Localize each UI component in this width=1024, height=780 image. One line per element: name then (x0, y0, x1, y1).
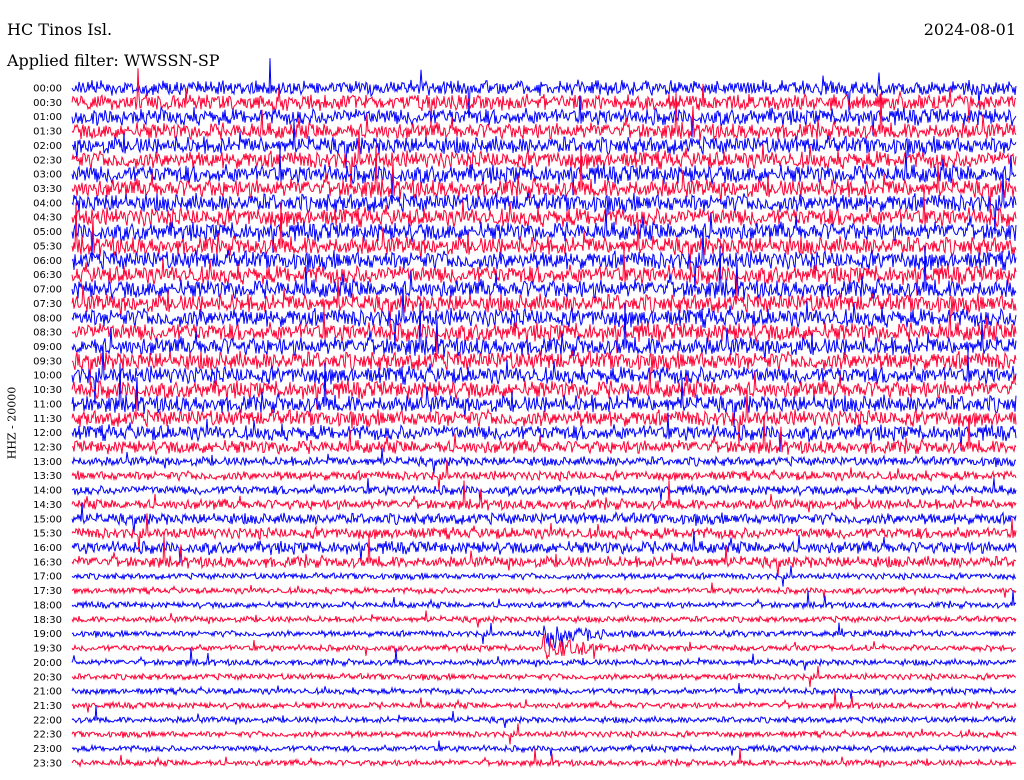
time-label: 15:00 (33, 514, 62, 525)
trace-line (71, 705, 1017, 728)
time-label: 05:30 (33, 241, 62, 252)
time-label: 11:00 (33, 399, 62, 410)
trace-line (71, 389, 1017, 446)
time-label: 02:00 (33, 141, 62, 152)
trace-line (71, 170, 1017, 234)
trace-line (71, 665, 1017, 688)
trace-line (71, 723, 1017, 745)
trace-line (71, 58, 1017, 119)
time-label: 00:00 (33, 84, 62, 95)
trace-line (71, 633, 1017, 660)
helicorder-plot: 00:00 00:30 01:00 01:30 02:00 02:30 03:00 03:30… (33, 58, 1017, 769)
time-label: 06:30 (33, 270, 62, 281)
time-label: 12:00 (33, 428, 62, 439)
time-label: 10:30 (33, 385, 62, 396)
time-label: 12:30 (33, 443, 62, 454)
time-label: 17:30 (33, 586, 62, 597)
time-label: 13:00 (33, 457, 62, 468)
time-label: 07:30 (33, 299, 62, 310)
time-label: 01:00 (33, 112, 62, 123)
time-label: 19:00 (33, 629, 62, 640)
time-label: 20:00 (33, 658, 62, 669)
trace-line (71, 610, 1017, 628)
time-label: 11:30 (33, 414, 62, 425)
time-label: 03:30 (33, 184, 62, 195)
time-label: 04:30 (33, 213, 62, 224)
trace-line (71, 582, 1017, 599)
time-label: 08:00 (33, 313, 62, 324)
time-label: 23:30 (33, 758, 62, 769)
time-label: 17:00 (33, 572, 62, 583)
time-label: 21:00 (33, 687, 62, 698)
trace-line (71, 415, 1017, 455)
time-label: 23:00 (33, 744, 62, 755)
time-label: 03:00 (33, 170, 62, 181)
trace-line (71, 227, 1017, 292)
trace-line (71, 129, 1017, 190)
trace-line (71, 748, 1017, 769)
time-label: 16:00 (33, 543, 62, 554)
time-label: 05:00 (33, 227, 62, 238)
time-label: 18:00 (33, 600, 62, 611)
time-label: 15:30 (33, 529, 62, 540)
time-label: 01:30 (33, 127, 62, 138)
time-label: 14:00 (33, 486, 62, 497)
time-label: 10:00 (33, 371, 62, 382)
time-label: 09:30 (33, 356, 62, 367)
time-label: 19:30 (33, 644, 62, 655)
trace-line (71, 478, 1017, 502)
trace-line (71, 448, 1017, 474)
trace-line (71, 480, 1017, 513)
time-label: 13:30 (33, 471, 62, 482)
trace-line (71, 740, 1017, 757)
time-label: 00:30 (33, 98, 62, 109)
time-label: 22:30 (33, 730, 62, 741)
time-label: 02:30 (33, 155, 62, 166)
trace-line (71, 535, 1017, 577)
trace-line (71, 565, 1017, 587)
time-label: 14:30 (33, 500, 62, 511)
time-label: 16:30 (33, 557, 62, 568)
time-label: 07:00 (33, 285, 62, 296)
time-label: 06:00 (33, 256, 62, 267)
time-label: 09:00 (33, 342, 62, 353)
time-label: 22:00 (33, 715, 62, 726)
time-label: 20:30 (33, 672, 62, 683)
time-label: 08:30 (33, 328, 62, 339)
time-label: 04:00 (33, 198, 62, 209)
trace-line (71, 647, 1017, 671)
time-label: 21:30 (33, 701, 62, 712)
trace-line (71, 683, 1017, 699)
time-label: 18:30 (33, 615, 62, 626)
